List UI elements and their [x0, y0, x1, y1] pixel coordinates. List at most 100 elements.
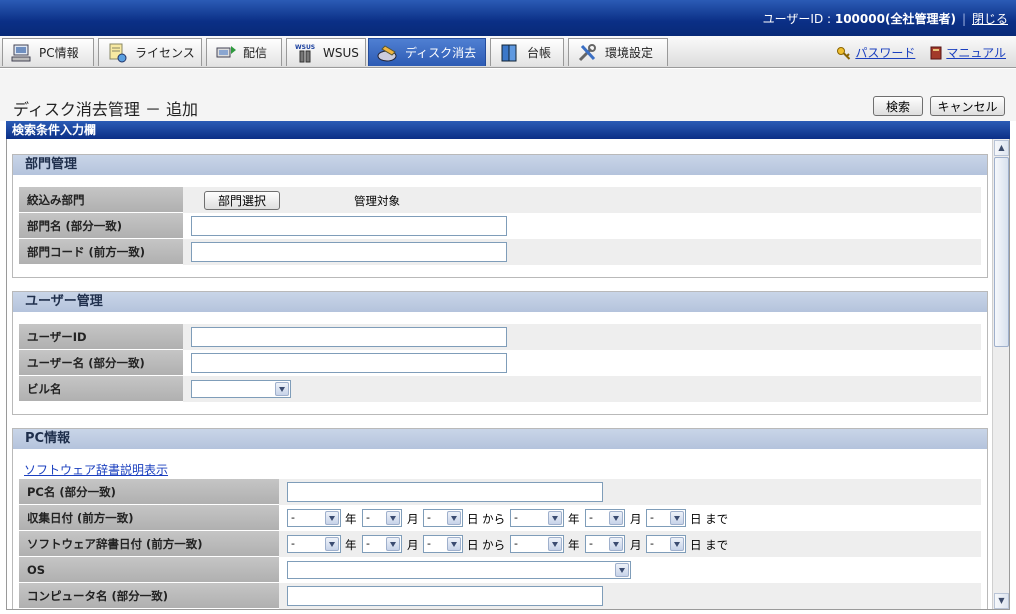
select-value: - — [366, 537, 370, 550]
tab-wsus[interactable]: WSUS WSUS — [286, 38, 366, 66]
chevron-down-icon — [325, 511, 339, 525]
collect-date-label: 収集日付 (前方一致) — [19, 505, 279, 531]
pc-name-input[interactable] — [287, 482, 603, 502]
dept-name-input[interactable] — [191, 216, 507, 236]
select-value: - — [427, 537, 431, 550]
year-unit: 年 — [568, 512, 580, 526]
pc-name-label: PC名 (部分一致) — [19, 479, 279, 505]
cancel-button[interactable]: キャンセル — [930, 96, 1005, 116]
close-link[interactable]: 閉じる — [972, 12, 1008, 26]
separator: | — [961, 12, 966, 26]
chevron-down-icon — [386, 511, 400, 525]
chevron-down-icon — [615, 563, 629, 577]
dict-from-day-select[interactable]: - — [423, 535, 463, 553]
chevron-down-icon — [447, 511, 461, 525]
scroll-thumb[interactable] — [994, 157, 1009, 347]
collect-to-month-select[interactable]: - — [585, 509, 625, 527]
dict-from-month-select[interactable]: - — [362, 535, 402, 553]
top-header: ユーザーID : 100000(全社管理者) | 閉じる — [0, 0, 1016, 36]
form-row-dictionary-date: ソフトウェア辞書日付 (前方一致) - 年 - 月 - 日 から - 年 - 月… — [19, 531, 981, 557]
tab-disk-erase[interactable]: ディスク消去 — [368, 38, 486, 66]
building-label: ビル名 — [19, 376, 183, 402]
tab-label: ディスク消去 — [405, 46, 477, 60]
dept-name-label: 部門名 (部分一致) — [19, 213, 183, 239]
manual-link[interactable]: マニュアル — [929, 44, 1006, 61]
tab-license[interactable]: ライセンス — [98, 38, 202, 66]
tab-distribution[interactable]: 配信 — [206, 38, 282, 66]
disk-erase-icon — [377, 43, 399, 63]
form-row-filter-dept: 絞込み部門 部門選択 管理対象 — [19, 187, 981, 213]
collect-from-day-select[interactable]: - — [423, 509, 463, 527]
target-text: 管理対象 — [354, 194, 400, 208]
pc-section: PC情報 ソフトウェア辞書説明表示 PC名 (部分一致) 収集日付 (前方一致)… — [12, 428, 988, 609]
utility-links: パスワード マニュアル — [836, 44, 1006, 61]
select-value: - — [291, 511, 295, 524]
chevron-down-icon — [609, 537, 623, 551]
scroll-down-icon[interactable]: ▼ — [994, 593, 1009, 609]
chevron-down-icon — [548, 511, 562, 525]
form-row-os: OS — [19, 557, 981, 583]
tab-label: 台帳 — [527, 46, 552, 60]
user-id-field-label: ユーザーID — [19, 324, 183, 350]
tab-label: WSUS — [323, 45, 359, 60]
password-link[interactable]: パスワード — [836, 44, 915, 61]
month-unit: 月 — [630, 512, 642, 526]
dept-select-button[interactable]: 部門選択 — [204, 191, 280, 210]
dictionary-date-label: ソフトウェア辞書日付 (前方一致) — [19, 531, 279, 557]
svg-text:WSUS: WSUS — [295, 44, 315, 51]
user-info: ユーザーID : 100000(全社管理者) | 閉じる — [763, 10, 1008, 27]
tab-settings[interactable]: 環境設定 — [568, 38, 668, 66]
license-icon — [107, 43, 129, 63]
user-section: ユーザー管理 ユーザーID ユーザー名 (部分一致) ビル名 — [12, 291, 988, 415]
building-select[interactable] — [191, 380, 291, 398]
panel-title: 検索条件入力欄 — [6, 121, 1010, 139]
tab-ledger[interactable]: 台帳 — [490, 38, 564, 66]
user-id-value: 100000(全社管理者) — [834, 12, 956, 26]
computer-name-input[interactable] — [287, 586, 603, 606]
vertical-scrollbar[interactable]: ▲ ▼ — [992, 139, 1009, 609]
software-dictionary-link[interactable]: ソフトウェア辞書説明表示 — [24, 461, 168, 478]
page-title: ディスク消去管理 － 追加 — [13, 100, 199, 119]
form-row-pc-name: PC名 (部分一致) — [19, 479, 981, 505]
search-form: 部門管理 絞込み部門 部門選択 管理対象 部門名 (部分一致) 部門コード (前… — [6, 139, 1010, 610]
tab-pc-info[interactable]: PC情報 — [2, 38, 94, 66]
pc-icon — [11, 43, 33, 63]
collect-to-day-select[interactable]: - — [646, 509, 686, 527]
form-row-user-id: ユーザーID — [19, 324, 981, 350]
collect-to-year-select[interactable]: - — [510, 509, 564, 527]
user-section-title: ユーザー管理 — [13, 292, 987, 312]
key-icon — [837, 46, 851, 60]
dict-to-month-select[interactable]: - — [585, 535, 625, 553]
search-button[interactable]: 検索 — [873, 96, 923, 116]
year-unit: 年 — [345, 512, 357, 526]
select-value: - — [514, 537, 518, 550]
month-unit: 月 — [407, 538, 419, 552]
user-name-input[interactable] — [191, 353, 507, 373]
chevron-down-icon — [447, 537, 461, 551]
pc-section-title: PC情報 — [13, 429, 987, 449]
chevron-down-icon — [325, 537, 339, 551]
dict-from-year-select[interactable]: - — [287, 535, 341, 553]
dept-section: 部門管理 絞込み部門 部門選択 管理対象 部門名 (部分一致) 部門コード (前… — [12, 154, 988, 278]
dict-to-day-select[interactable]: - — [646, 535, 686, 553]
dept-section-title: 部門管理 — [13, 155, 987, 175]
dept-code-label: 部門コード (前方一致) — [19, 239, 183, 265]
book-icon — [930, 46, 942, 59]
select-value: - — [427, 511, 431, 524]
chevron-down-icon — [670, 511, 684, 525]
os-label: OS — [19, 557, 279, 583]
dept-code-input[interactable] — [191, 242, 507, 262]
tab-label: PC情報 — [39, 46, 79, 60]
collect-from-month-select[interactable]: - — [362, 509, 402, 527]
user-id-input[interactable] — [191, 327, 507, 347]
form-row-dept-name: 部門名 (部分一致) — [19, 213, 981, 239]
os-select[interactable] — [287, 561, 631, 579]
select-value: - — [650, 537, 654, 550]
collect-from-year-select[interactable]: - — [287, 509, 341, 527]
password-link-label: パスワード — [855, 46, 916, 60]
scroll-up-icon[interactable]: ▲ — [994, 140, 1009, 156]
user-name-label: ユーザー名 (部分一致) — [19, 350, 183, 376]
chevron-down-icon — [548, 537, 562, 551]
dict-to-year-select[interactable]: - — [510, 535, 564, 553]
title-area: ディスク消去管理 － 追加 検索 キャンセル — [0, 69, 1016, 121]
